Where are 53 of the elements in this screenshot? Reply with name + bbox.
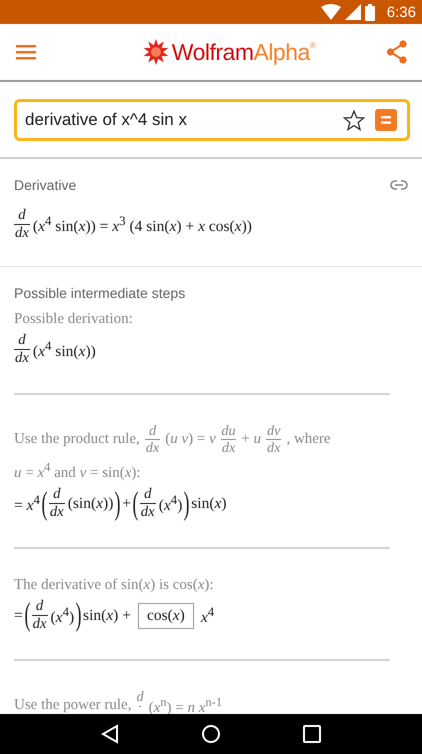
equals-icon [381,116,391,124]
math-text: (x$^{4}$ sin(x)) = x$^{3}$ (4 sin(x) + x cos(x)) [32,212,252,236]
fraction: d dx [140,486,156,522]
clock-time: 6:36 [386,4,416,20]
math-text: , where [286,431,331,448]
math-text: sin(x) [191,494,227,513]
back-button[interactable] [101,724,119,744]
math-text: The derivative of sin(x) is cos(x): [14,577,214,594]
bracket: ( [24,599,30,632]
math-text: (x$^{4}$) [50,604,74,628]
section-title: Derivative [14,177,76,193]
spiky-star-logo-icon [142,39,169,65]
recents-button[interactable] [303,725,321,743]
bracket: ( [41,488,48,520]
math-text: x$^{4}$ [200,604,214,628]
math-text: Possible derivation: [14,310,133,328]
wifi-icon [320,4,341,20]
search-bar[interactable]: derivative of x^4 sin x [14,99,410,141]
search-field[interactable]: derivative of x^4 sin x [25,110,333,130]
boxed-term: cos(x) [138,602,194,629]
submit-button[interactable] [375,109,397,131]
math-text: (sin(x)) [68,494,114,513]
share-button[interactable] [386,40,408,64]
section-title: Possible intermediate steps [14,284,186,301]
fraction: d dx [144,422,160,456]
fraction: d dx [14,332,30,367]
math-text: Use the power rule, [14,697,132,714]
math-text: + [122,494,131,513]
fraction: du dx [220,422,236,456]
math-text: + u [241,431,261,448]
math-text: = [14,606,23,625]
math-text: (x$^{4}$ sin(x)) [32,338,96,361]
fraction: d dx [48,486,65,522]
math-text: Use the product rule, [14,431,140,448]
math-text: sin(x) + [83,606,131,625]
link-icon[interactable] [390,180,408,190]
app-logo-text: WolframAlpha$^{®}$ [172,38,316,66]
math-text: u = x$^{4}$ and v = sin(x): [14,460,141,482]
bracket: ) [184,488,190,520]
battery-icon [364,4,375,20]
bracket: ( [132,488,138,520]
menu-button[interactable] [16,44,36,60]
math-text: (x$^{4}$) [158,492,182,516]
home-button[interactable] [201,724,221,744]
math-text: (u v) = v [165,431,216,448]
favorite-star-button[interactable] [343,110,365,130]
fraction: d dx [14,207,30,242]
fraction: dv dx [266,422,282,456]
bracket: ) [114,488,121,520]
fraction: d dx [32,598,48,634]
signal-icon [344,4,361,20]
math-text: = x$^{4}$ [14,492,40,516]
bracket: ) [76,599,82,632]
